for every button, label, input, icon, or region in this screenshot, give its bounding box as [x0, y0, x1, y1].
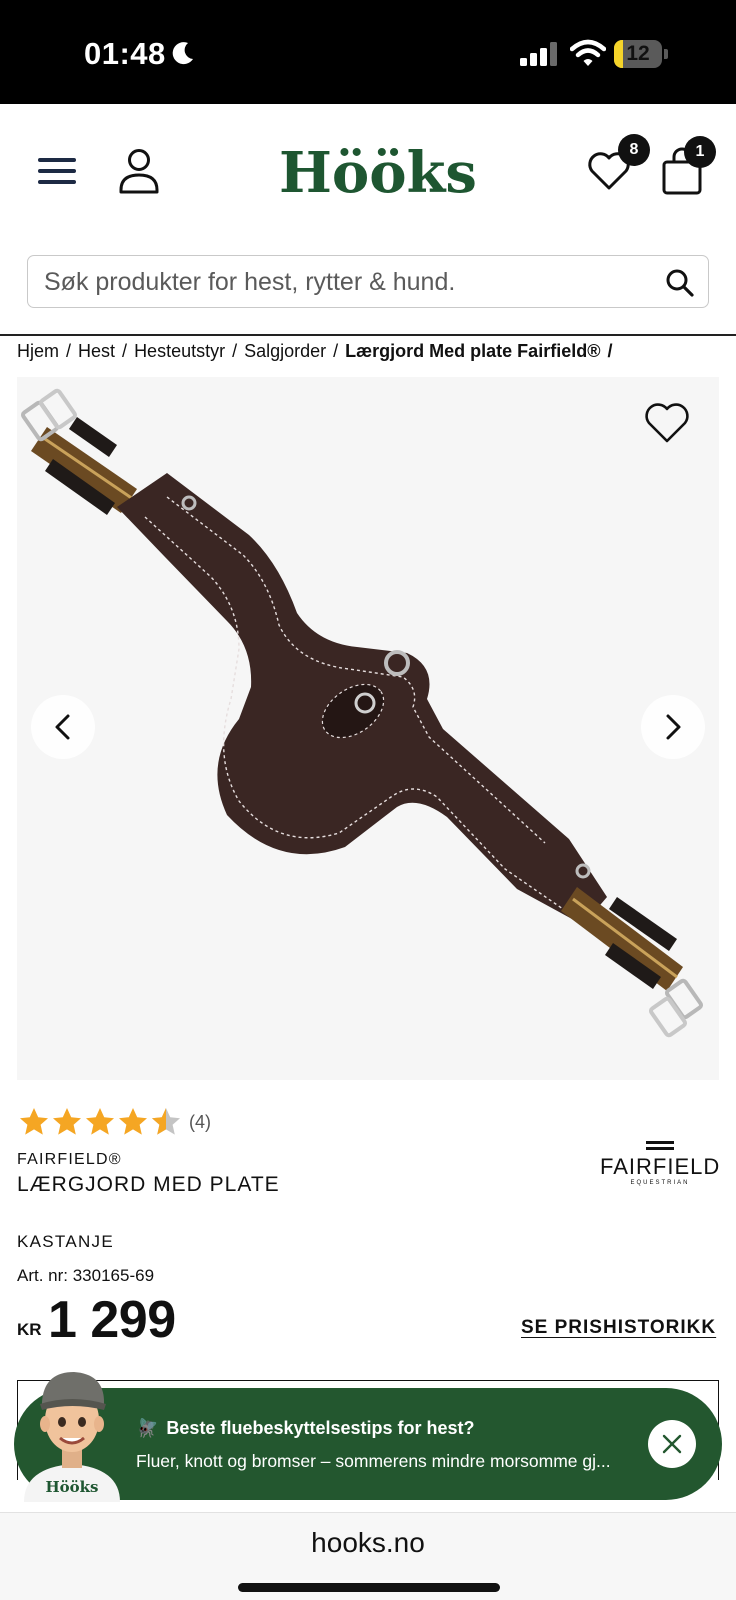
- breadcrumb-current: Lærgjord Med plate Fairfield®: [345, 340, 601, 361]
- fly-icon: 🪰: [136, 1418, 159, 1438]
- search-icon[interactable]: [665, 268, 695, 298]
- add-to-wishlist-icon[interactable]: [644, 401, 690, 445]
- wifi-icon: [570, 39, 606, 66]
- star-icon: [20, 1108, 48, 1135]
- price-currency: KR: [17, 1320, 42, 1339]
- product-brand[interactable]: FAIRFIELD®: [17, 1151, 122, 1169]
- browser-address-bar[interactable]: hooks.no: [0, 1512, 736, 1600]
- product-title: LÆRGJORD MED PLATE: [17, 1173, 280, 1196]
- brand-logo-subtext: EQUESTRIAN: [630, 1180, 690, 1186]
- breadcrumb-salgjorder[interactable]: Salgjorder: [244, 341, 326, 362]
- search-input[interactable]: [44, 264, 644, 300]
- breadcrumb-separator: /: [232, 340, 238, 361]
- brand-logo[interactable]: FAIRFIELD EQUESTRIAN: [600, 1140, 720, 1190]
- gallery-prev-button[interactable]: [31, 695, 95, 759]
- breadcrumb-home[interactable]: Hjem: [17, 341, 59, 362]
- battery-indicator: 12: [614, 40, 668, 68]
- menu-icon[interactable]: [38, 154, 76, 188]
- status-bar: 01:48 12: [0, 0, 736, 104]
- hooks-logo[interactable]: Hööks: [279, 140, 477, 206]
- product-rating[interactable]: (4): [18, 1106, 211, 1138]
- close-icon: [662, 1434, 682, 1454]
- product-color: KASTANJE: [17, 1232, 114, 1251]
- breadcrumb-separator: /: [333, 340, 339, 361]
- rating-count: (4): [189, 1111, 211, 1132]
- gallery-next-button[interactable]: [641, 695, 705, 759]
- product-gallery[interactable]: [17, 377, 719, 1080]
- signal-icon: [520, 42, 557, 66]
- breadcrumb-separator: /: [607, 340, 613, 361]
- moon-icon: [172, 42, 193, 65]
- site-header: Hööks 8 1: [0, 104, 736, 234]
- star-half-icon: [152, 1108, 180, 1135]
- star-icon: [53, 1108, 81, 1135]
- header-divider: [0, 334, 736, 336]
- breadcrumb-hesteutstyr[interactable]: Hesteutstyr: [134, 341, 225, 362]
- home-indicator[interactable]: [238, 1583, 500, 1592]
- promo-text: Fluer, knott og bromser – sommerens mind…: [136, 1451, 611, 1471]
- search-bar: [27, 255, 709, 308]
- product-image: [20, 388, 704, 1038]
- status-time: 01:48: [84, 36, 166, 71]
- assistant-avatar[interactable]: Hööks: [18, 1362, 126, 1502]
- avatar-shirt-logo: Hööks: [45, 1478, 98, 1496]
- brand-logo-text: FAIRFIELD: [600, 1154, 721, 1179]
- promo-close-button[interactable]: [648, 1420, 696, 1468]
- star-icon: [119, 1108, 147, 1135]
- breadcrumb-separator: /: [66, 340, 72, 361]
- product-price: 1 299: [48, 1291, 176, 1349]
- breadcrumb-hest[interactable]: Hest: [78, 341, 115, 362]
- breadcrumb: Hjem / Hest / Hesteutstyr / Salgjorder /…: [17, 337, 619, 365]
- price-history-link[interactable]: SE PRISHISTORIKK: [521, 1317, 716, 1339]
- chevron-left-icon: [55, 714, 70, 740]
- star-icon: [86, 1108, 114, 1135]
- breadcrumb-separator: /: [122, 340, 128, 361]
- user-icon[interactable]: [118, 148, 160, 194]
- chevron-right-icon: [666, 714, 681, 740]
- battery-level: 12: [626, 42, 650, 65]
- wishlist-count-badge: 8: [618, 134, 650, 166]
- browser-url[interactable]: hooks.no: [0, 1527, 736, 1559]
- cart-count-badge: 1: [684, 136, 716, 168]
- promo-title: Beste fluebeskyttelsestips for hest?: [166, 1418, 475, 1438]
- article-number: Art. nr: 330165-69: [17, 1266, 155, 1285]
